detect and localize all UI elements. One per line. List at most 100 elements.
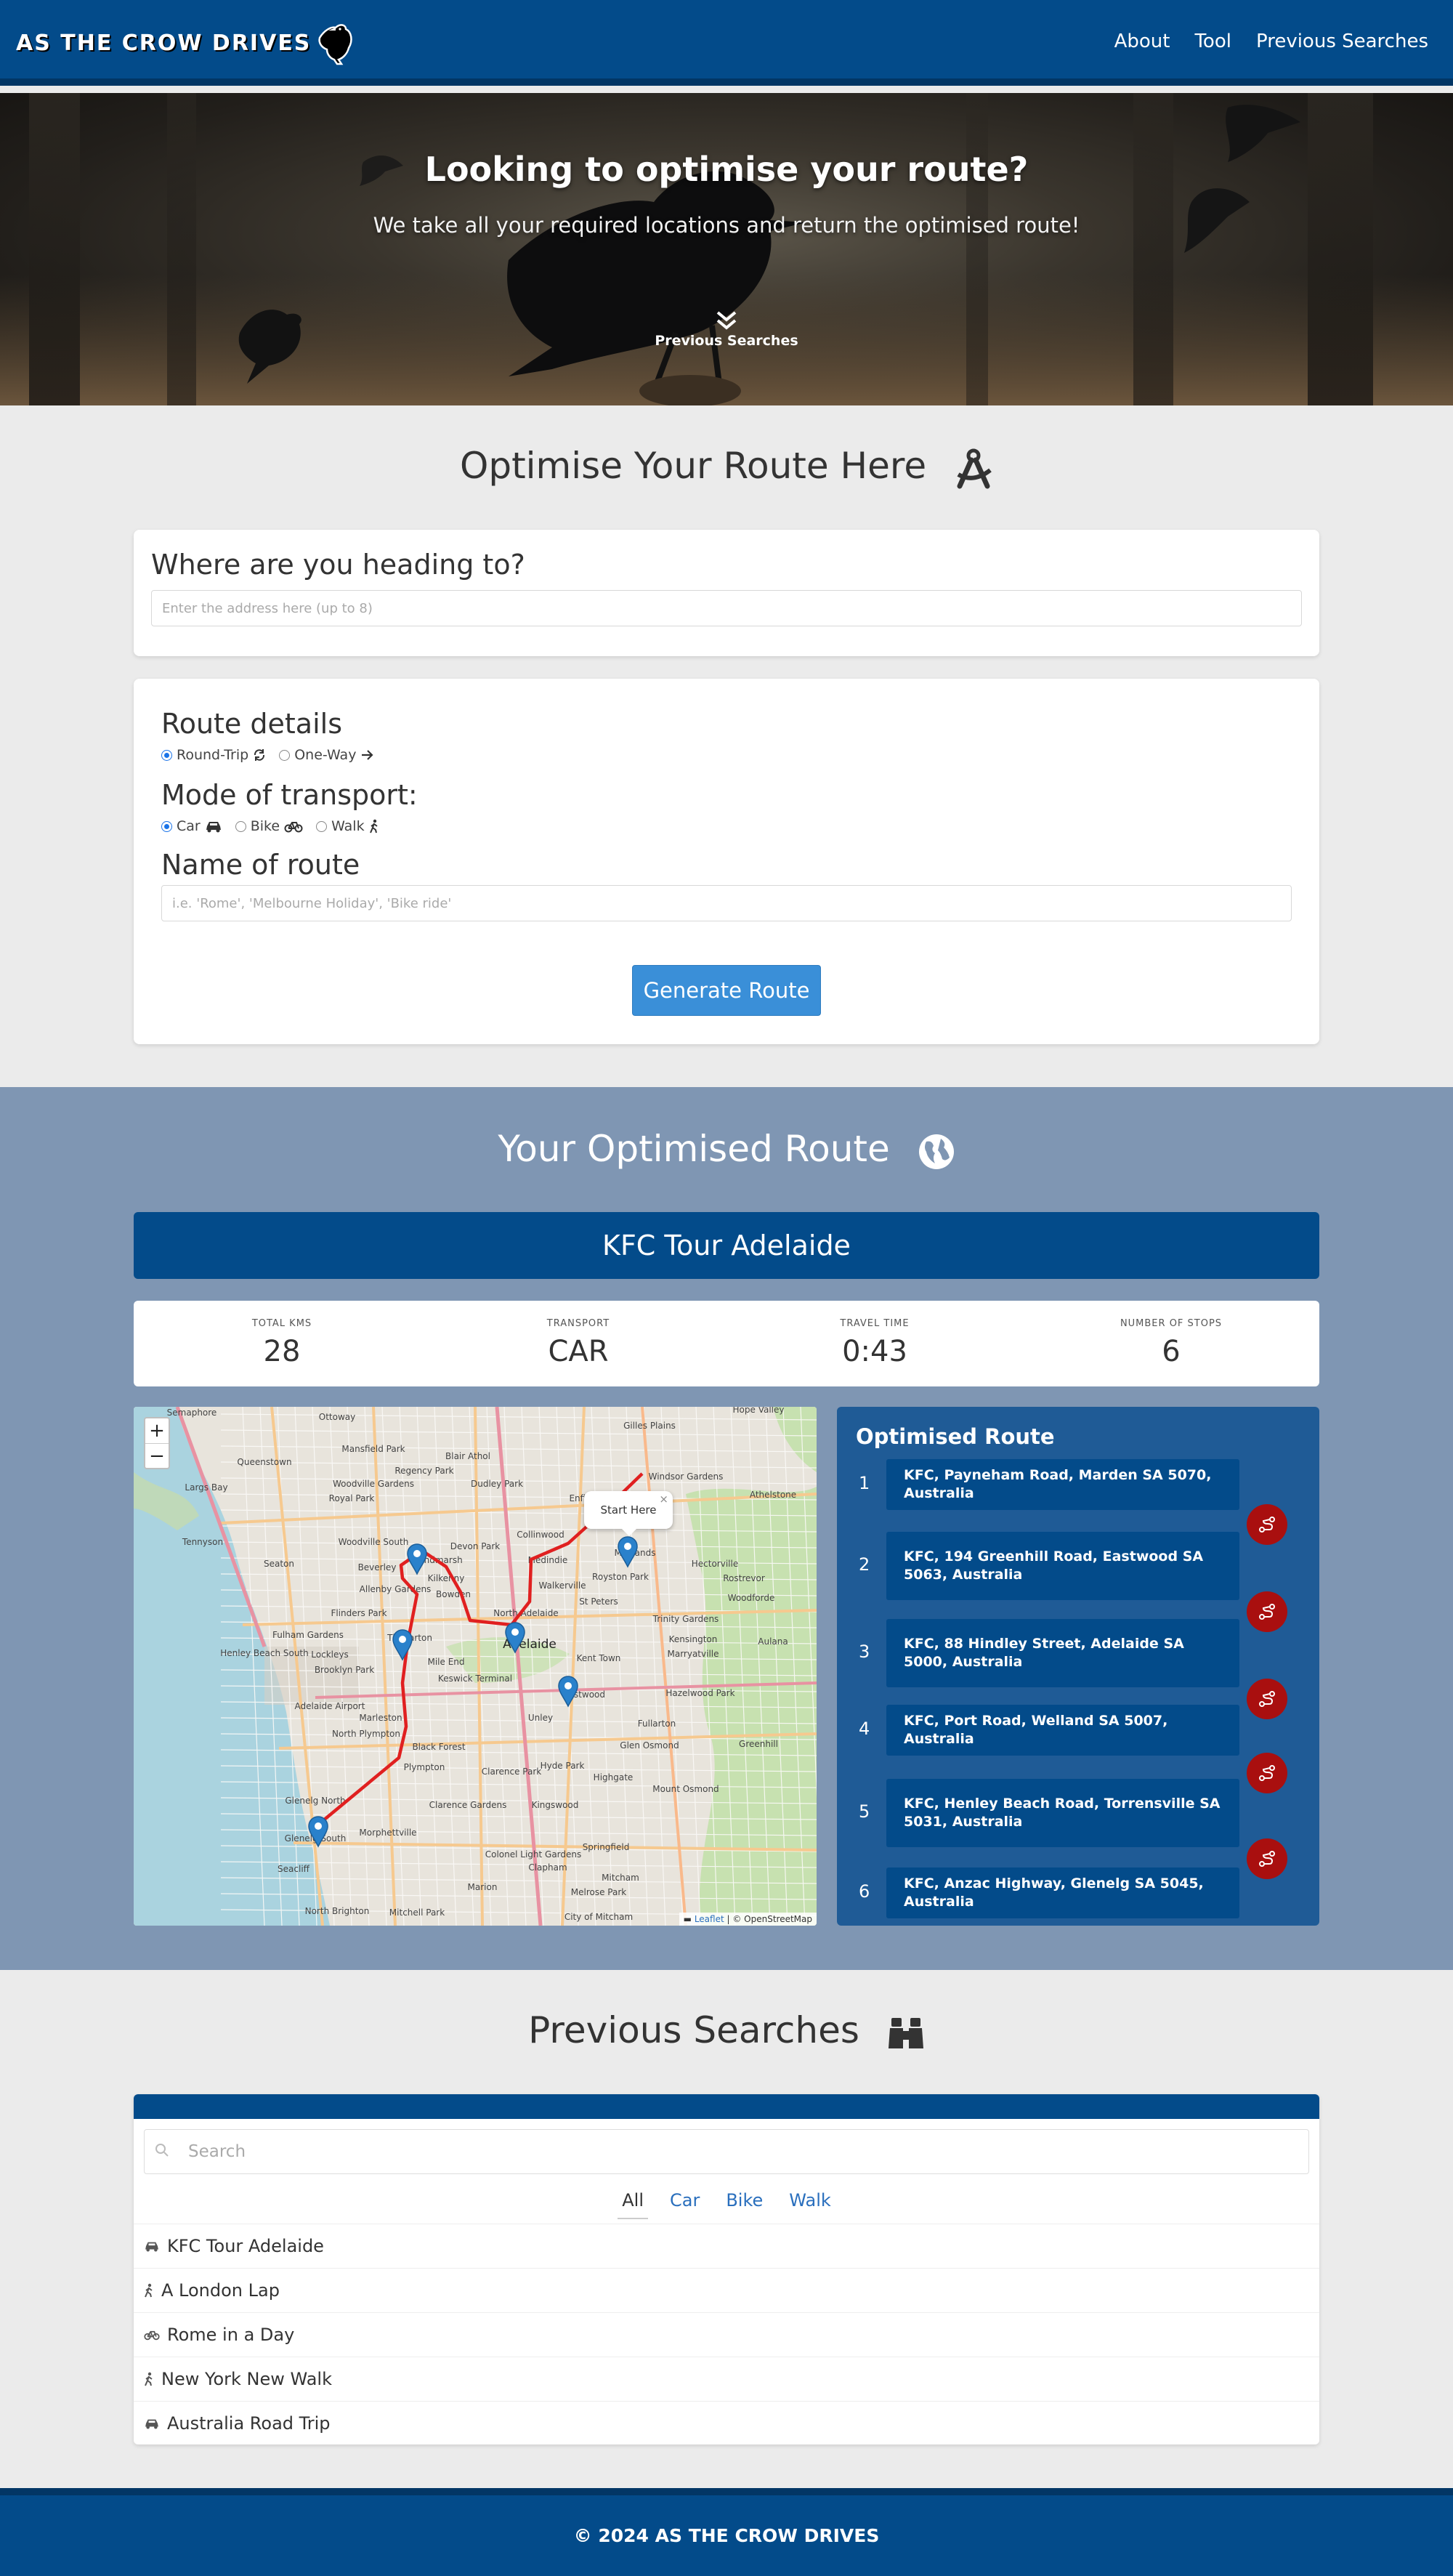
map-place-label: North Brighton: [305, 1906, 370, 1916]
one-way-label: One-Way: [294, 747, 357, 763]
previous-search-name: A London Lap: [161, 2280, 280, 2301]
map-place-label: North Plympton: [332, 1729, 400, 1739]
map-place-label: Flinders Park: [331, 1608, 386, 1618]
stop-number: 3: [859, 1642, 870, 1662]
brand-logo[interactable]: AS THE CROW DRIVES: [16, 20, 356, 65]
map-place-label: Walkerville: [538, 1580, 586, 1591]
route-icon: [1259, 1851, 1275, 1867]
route-panel-title: Optimised Route: [856, 1424, 1055, 1449]
car-icon: [145, 2242, 158, 2252]
nav-link-tool[interactable]: Tool: [1194, 31, 1231, 52]
map-place-label: Gilles Plains: [623, 1421, 676, 1431]
double-chevron-down-icon[interactable]: [713, 310, 740, 331]
leaflet-flag-icon: ▬: [683, 1914, 692, 1924]
previous-search-item[interactable]: A London Lap: [134, 2268, 1319, 2312]
car-option[interactable]: Car: [161, 818, 222, 834]
route-segment-directions-button[interactable]: [1247, 1838, 1287, 1879]
footer: © 2024 AS THE CROW DRIVES: [0, 2488, 1453, 2576]
one-way-radio[interactable]: [279, 749, 291, 761]
filter-tab-car[interactable]: Car: [665, 2190, 704, 2219]
mode-filter-tabs: All Car Bike Walk: [134, 2190, 1319, 2219]
map-place-label: Lockleys: [311, 1650, 348, 1660]
map-place-label: Highgate: [594, 1772, 634, 1782]
map-place-label: Athelstone: [750, 1490, 796, 1500]
stop-number: 1: [859, 1473, 870, 1493]
map-place-label: Windsor Gardens: [649, 1471, 724, 1482]
stat-total-kms: TOTAL KMS 28: [134, 1301, 430, 1386]
map-canvas[interactable]: Semaphore Ottoway Gilles Plains Hope Valley…: [134, 1407, 817, 1926]
previous-search-item[interactable]: Australia Road Trip: [134, 2401, 1319, 2444]
zoom-out-button[interactable]: −: [145, 1443, 169, 1468]
map-place-label: Kensington: [669, 1634, 718, 1644]
previous-search-item[interactable]: KFC Tour Adelaide: [134, 2224, 1319, 2268]
popup-close-icon[interactable]: ×: [659, 1493, 668, 1506]
bike-radio[interactable]: [235, 820, 246, 832]
map-place-label: Clarence Park: [482, 1767, 542, 1777]
route-segment-directions-button[interactable]: [1247, 1504, 1287, 1545]
map-place-label: Mitchell Park: [389, 1907, 445, 1918]
route-name-input[interactable]: i.e. 'Rome', 'Melbourne Holiday', 'Bike …: [161, 885, 1292, 921]
nav-link-previous-searches[interactable]: Previous Searches: [1256, 31, 1428, 52]
route-segment-directions-button[interactable]: [1247, 1753, 1287, 1793]
walk-label: Walk: [331, 818, 365, 834]
map-place-label: Allenby Gardens: [360, 1584, 432, 1594]
map-place-label: Seaton: [264, 1559, 294, 1569]
previous-search-input[interactable]: Search: [144, 2129, 1309, 2174]
car-icon: [145, 2419, 158, 2429]
leaflet-link[interactable]: Leaflet: [695, 1914, 724, 1924]
route-segment-directions-button[interactable]: [1247, 1679, 1287, 1719]
map-place-label: Royal Park: [329, 1493, 375, 1503]
map-place-label: Collinwood: [517, 1530, 564, 1540]
top-navbar: AS THE CROW DRIVES About Tool Previous S…: [0, 0, 1453, 86]
globe-icon: [918, 1134, 954, 1169]
bicycle-icon: [284, 822, 303, 833]
map-place-label: Glen Osmond: [620, 1740, 679, 1751]
bike-option[interactable]: Bike: [235, 818, 303, 834]
stop-number: 6: [859, 1881, 870, 1902]
stop-address: KFC, Payneham Road, Marden SA 5070, Aust…: [886, 1459, 1239, 1510]
stat-number-of-stops: NUMBER OF STOPS 6: [1023, 1301, 1319, 1386]
route-name-heading: Name of route: [161, 849, 360, 881]
compass-drafting-icon: [957, 448, 992, 488]
stat-transport: TRANSPORT CAR: [430, 1301, 726, 1386]
address-input[interactable]: Enter the address here (up to 8): [151, 590, 1302, 626]
generate-route-button[interactable]: Generate Route: [632, 965, 821, 1016]
crow-forest-background-image: [0, 93, 1453, 405]
previous-search-item[interactable]: Rome in a Day: [134, 2312, 1319, 2357]
round-trip-radio[interactable]: [161, 749, 172, 761]
stop-address: KFC, 194 Greenhill Road, Eastwood SA 506…: [886, 1532, 1239, 1600]
map-place-label: Semaphore: [167, 1408, 217, 1418]
filter-tab-all[interactable]: All: [618, 2190, 648, 2219]
hero-previous-searches-link[interactable]: Previous Searches: [0, 333, 1453, 349]
round-trip-option[interactable]: Round-Trip: [161, 747, 266, 763]
route-segment-directions-button[interactable]: [1247, 1591, 1287, 1632]
transport-heading: Mode of transport:: [161, 779, 418, 811]
walk-option[interactable]: Walk: [316, 818, 379, 834]
filter-tab-bike[interactable]: Bike: [721, 2190, 767, 2219]
one-way-option[interactable]: One-Way: [279, 747, 373, 763]
map-place-label: Hectorville: [692, 1559, 738, 1569]
route-icon: [1259, 1691, 1275, 1707]
map-place-label: Aulana: [758, 1636, 788, 1647]
filter-tab-walk[interactable]: Walk: [785, 2190, 835, 2219]
zoom-in-button[interactable]: +: [145, 1418, 169, 1443]
map-place-label: Hope Valley: [733, 1407, 785, 1415]
route-icon: [1259, 1604, 1275, 1620]
transport-options: Car Bike Walk: [161, 818, 379, 834]
previous-search-name: KFC Tour Adelaide: [167, 2236, 324, 2256]
map-place-label: Hyde Park: [541, 1761, 585, 1771]
route-map[interactable]: Semaphore Ottoway Gilles Plains Hope Valley…: [134, 1407, 817, 1926]
map-place-label: Clapham: [528, 1862, 567, 1873]
car-radio[interactable]: [161, 820, 172, 832]
attribution-text: | © OpenStreetMap: [724, 1914, 812, 1924]
result-title-text: Your Optimised Route: [498, 1128, 890, 1170]
map-place-label: Kingswood: [532, 1800, 579, 1810]
map-place-label: Henley Beach South: [220, 1648, 309, 1658]
hero-subtitle: We take all your required locations and …: [373, 213, 1080, 238]
crow-icon: [318, 24, 353, 65]
nav-link-about[interactable]: About: [1114, 31, 1170, 52]
map-place-label: Melrose Park: [571, 1887, 627, 1897]
map-place-label: Bowden: [436, 1589, 471, 1599]
previous-search-item[interactable]: New York New Walk: [134, 2357, 1319, 2401]
walk-radio[interactable]: [316, 820, 328, 832]
